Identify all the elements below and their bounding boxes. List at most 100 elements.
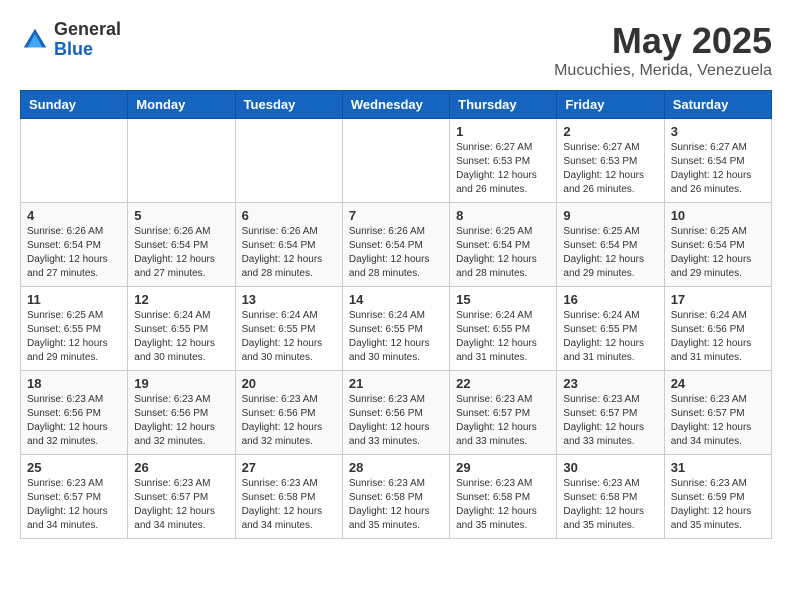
day-info: Sunrise: 6:27 AMSunset: 6:54 PMDaylight:… bbox=[671, 141, 765, 197]
day-info: Sunrise: 6:23 AMSunset: 6:57 PMDaylight:… bbox=[134, 477, 228, 533]
calendar-cell: 30 Sunrise: 6:23 AMSunset: 6:58 PMDayligh… bbox=[557, 455, 664, 539]
calendar-cell: 31 Sunrise: 6:23 AMSunset: 6:59 PMDayligh… bbox=[664, 455, 771, 539]
day-info: Sunrise: 6:26 AMSunset: 6:54 PMDaylight:… bbox=[242, 225, 336, 281]
day-number: 10 bbox=[671, 208, 765, 223]
day-number: 7 bbox=[349, 208, 443, 223]
calendar-cell: 28Sunrise: 6:23 AMSunset: 6:58 PMDayligh… bbox=[342, 455, 449, 539]
day-number: 30 bbox=[563, 460, 657, 475]
day-number: 20 bbox=[242, 376, 336, 391]
calendar-cell: 1 Sunrise: 6:27 AMSunset: 6:53 PMDaylight… bbox=[450, 119, 557, 203]
calendar-cell: 18 Sunrise: 6:23 AMSunset: 6:56 PMDayligh… bbox=[21, 371, 128, 455]
day-info: Sunrise: 6:23 AMSunset: 6:59 PMDaylight:… bbox=[671, 477, 765, 533]
day-number: 19 bbox=[134, 376, 228, 391]
location: Mucuchies, Merida, Venezuela bbox=[554, 62, 772, 80]
day-number: 26 bbox=[134, 460, 228, 475]
day-info: Sunrise: 6:23 AMSunset: 6:57 PMDaylight:… bbox=[456, 393, 550, 449]
calendar-cell bbox=[21, 119, 128, 203]
day-number: 8 bbox=[456, 208, 550, 223]
day-number: 24 bbox=[671, 376, 765, 391]
calendar-cell: 19 Sunrise: 6:23 AMSunset: 6:56 PMDayligh… bbox=[128, 371, 235, 455]
day-info: Sunrise: 6:24 AMSunset: 6:55 PMDaylight:… bbox=[563, 309, 657, 365]
calendar-cell: 7 Sunrise: 6:26 AMSunset: 6:54 PMDaylight… bbox=[342, 203, 449, 287]
month-title: May 2025 bbox=[554, 20, 772, 62]
calendar-cell: 20 Sunrise: 6:23 AMSunset: 6:56 PMDayligh… bbox=[235, 371, 342, 455]
day-number: 12 bbox=[134, 292, 228, 307]
day-info: Sunrise: 6:26 AMSunset: 6:54 PMDaylight:… bbox=[27, 225, 121, 281]
day-number: 2 bbox=[563, 124, 657, 139]
calendar-cell: 21Sunrise: 6:23 AMSunset: 6:56 PMDayligh… bbox=[342, 371, 449, 455]
day-number: 16 bbox=[563, 292, 657, 307]
day-number: 1 bbox=[456, 124, 550, 139]
calendar-cell bbox=[128, 119, 235, 203]
calendar-cell: 6 Sunrise: 6:26 AMSunset: 6:54 PMDaylight… bbox=[235, 203, 342, 287]
calendar-cell: 17Sunrise: 6:24 AMSunset: 6:56 PMDayligh… bbox=[664, 287, 771, 371]
day-number: 3 bbox=[671, 124, 765, 139]
calendar-cell bbox=[235, 119, 342, 203]
day-number: 31 bbox=[671, 460, 765, 475]
weekday-header-sunday: Sunday bbox=[21, 91, 128, 119]
day-info: Sunrise: 6:26 AMSunset: 6:54 PMDaylight:… bbox=[349, 225, 443, 281]
calendar-cell: 5 Sunrise: 6:26 AMSunset: 6:54 PMDaylight… bbox=[128, 203, 235, 287]
calendar-cell bbox=[342, 119, 449, 203]
logo-text: General Blue bbox=[54, 20, 121, 60]
calendar-week-1: 1 Sunrise: 6:27 AMSunset: 6:53 PMDaylight… bbox=[21, 119, 772, 203]
weekday-header-wednesday: Wednesday bbox=[342, 91, 449, 119]
day-info: Sunrise: 6:23 AMSunset: 6:57 PMDaylight:… bbox=[563, 393, 657, 449]
day-number: 27 bbox=[242, 460, 336, 475]
logo-general: General bbox=[54, 19, 121, 39]
calendar-cell: 29 Sunrise: 6:23 AMSunset: 6:58 PMDayligh… bbox=[450, 455, 557, 539]
logo: General Blue bbox=[20, 20, 121, 60]
calendar-cell: 14Sunrise: 6:24 AMSunset: 6:55 PMDayligh… bbox=[342, 287, 449, 371]
calendar-week-4: 18 Sunrise: 6:23 AMSunset: 6:56 PMDayligh… bbox=[21, 371, 772, 455]
day-info: Sunrise: 6:23 AMSunset: 6:56 PMDaylight:… bbox=[242, 393, 336, 449]
day-info: Sunrise: 6:27 AMSunset: 6:53 PMDaylight:… bbox=[456, 141, 550, 197]
day-info: Sunrise: 6:23 AMSunset: 6:58 PMDaylight:… bbox=[456, 477, 550, 533]
day-info: Sunrise: 6:23 AMSunset: 6:58 PMDaylight:… bbox=[349, 477, 443, 533]
calendar-week-5: 25 Sunrise: 6:23 AMSunset: 6:57 PMDayligh… bbox=[21, 455, 772, 539]
day-number: 29 bbox=[456, 460, 550, 475]
day-number: 5 bbox=[134, 208, 228, 223]
calendar-cell: 27 Sunrise: 6:23 AMSunset: 6:58 PMDayligh… bbox=[235, 455, 342, 539]
weekday-header-saturday: Saturday bbox=[664, 91, 771, 119]
day-info: Sunrise: 6:23 AMSunset: 6:57 PMDaylight:… bbox=[671, 393, 765, 449]
calendar: SundayMondayTuesdayWednesdayThursdayFrid… bbox=[20, 90, 772, 539]
day-info: Sunrise: 6:23 AMSunset: 6:58 PMDaylight:… bbox=[563, 477, 657, 533]
day-info: Sunrise: 6:25 AMSunset: 6:54 PMDaylight:… bbox=[563, 225, 657, 281]
day-info: Sunrise: 6:26 AMSunset: 6:54 PMDaylight:… bbox=[134, 225, 228, 281]
logo-icon bbox=[20, 25, 50, 55]
weekday-header-tuesday: Tuesday bbox=[235, 91, 342, 119]
calendar-cell: 16 Sunrise: 6:24 AMSunset: 6:55 PMDayligh… bbox=[557, 287, 664, 371]
day-number: 23 bbox=[563, 376, 657, 391]
calendar-cell: 12 Sunrise: 6:24 AMSunset: 6:55 PMDayligh… bbox=[128, 287, 235, 371]
calendar-cell: 9 Sunrise: 6:25 AMSunset: 6:54 PMDaylight… bbox=[557, 203, 664, 287]
day-number: 21 bbox=[349, 376, 443, 391]
day-info: Sunrise: 6:24 AMSunset: 6:55 PMDaylight:… bbox=[349, 309, 443, 365]
calendar-cell: 13Sunrise: 6:24 AMSunset: 6:55 PMDayligh… bbox=[235, 287, 342, 371]
calendar-cell: 10 Sunrise: 6:25 AMSunset: 6:54 PMDayligh… bbox=[664, 203, 771, 287]
day-info: Sunrise: 6:24 AMSunset: 6:55 PMDaylight:… bbox=[134, 309, 228, 365]
calendar-cell: 3 Sunrise: 6:27 AMSunset: 6:54 PMDaylight… bbox=[664, 119, 771, 203]
day-number: 4 bbox=[27, 208, 121, 223]
calendar-cell: 15Sunrise: 6:24 AMSunset: 6:55 PMDayligh… bbox=[450, 287, 557, 371]
weekday-header-monday: Monday bbox=[128, 91, 235, 119]
day-info: Sunrise: 6:27 AMSunset: 6:53 PMDaylight:… bbox=[563, 141, 657, 197]
day-number: 22 bbox=[456, 376, 550, 391]
day-number: 18 bbox=[27, 376, 121, 391]
day-info: Sunrise: 6:23 AMSunset: 6:56 PMDaylight:… bbox=[134, 393, 228, 449]
day-number: 9 bbox=[563, 208, 657, 223]
day-info: Sunrise: 6:25 AMSunset: 6:54 PMDaylight:… bbox=[671, 225, 765, 281]
day-info: Sunrise: 6:23 AMSunset: 6:58 PMDaylight:… bbox=[242, 477, 336, 533]
logo-blue: Blue bbox=[54, 39, 93, 59]
day-number: 6 bbox=[242, 208, 336, 223]
day-number: 17 bbox=[671, 292, 765, 307]
calendar-cell: 4 Sunrise: 6:26 AMSunset: 6:54 PMDaylight… bbox=[21, 203, 128, 287]
day-info: Sunrise: 6:23 AMSunset: 6:56 PMDaylight:… bbox=[27, 393, 121, 449]
weekday-header-friday: Friday bbox=[557, 91, 664, 119]
day-number: 25 bbox=[27, 460, 121, 475]
day-info: Sunrise: 6:25 AMSunset: 6:55 PMDaylight:… bbox=[27, 309, 121, 365]
weekday-header-thursday: Thursday bbox=[450, 91, 557, 119]
weekday-header-row: SundayMondayTuesdayWednesdayThursdayFrid… bbox=[21, 91, 772, 119]
page-header: General Blue May 2025 Mucuchies, Merida,… bbox=[20, 20, 772, 80]
day-info: Sunrise: 6:23 AMSunset: 6:57 PMDaylight:… bbox=[27, 477, 121, 533]
day-number: 13 bbox=[242, 292, 336, 307]
